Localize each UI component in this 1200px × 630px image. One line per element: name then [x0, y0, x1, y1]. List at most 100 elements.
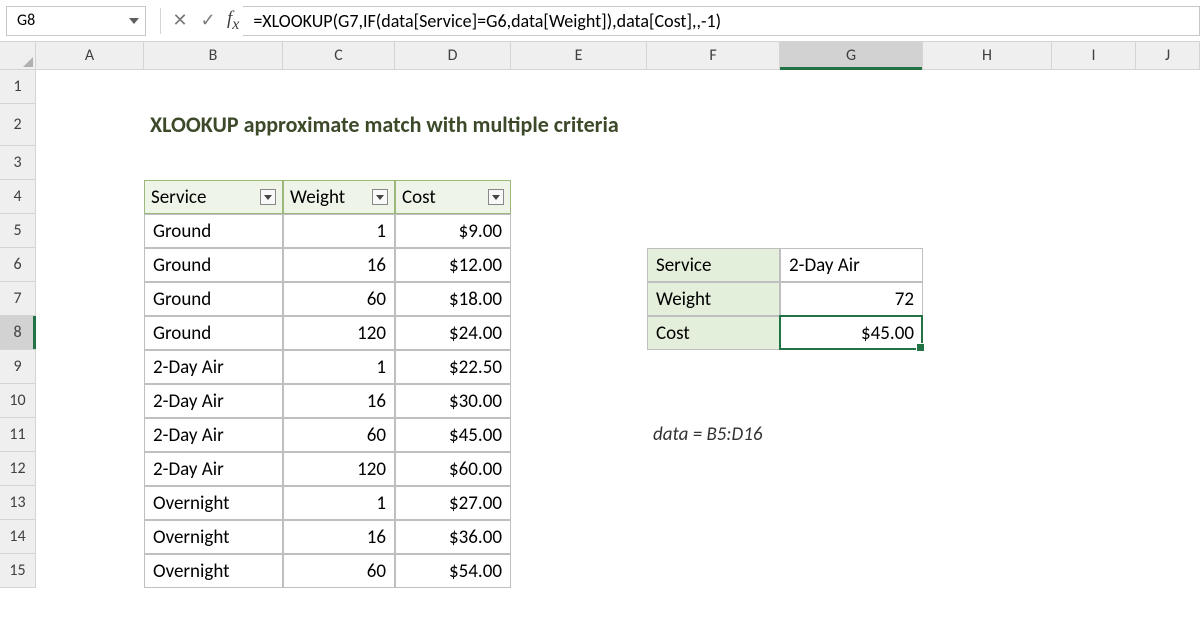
col-header-C[interactable]: C	[283, 42, 395, 69]
col-header-I[interactable]: I	[1052, 42, 1136, 69]
cell-weight[interactable]: 1	[283, 486, 395, 520]
cell[interactable]	[36, 282, 144, 316]
lookup-value-cost[interactable]: $45.00	[780, 316, 923, 350]
cell[interactable]	[1052, 180, 1136, 214]
col-header-D[interactable]: D	[395, 42, 511, 69]
range-note[interactable]: data = B5:D16	[647, 418, 927, 452]
table-header-cost[interactable]: Cost	[395, 180, 511, 214]
cell-weight[interactable]: 60	[283, 418, 395, 452]
cell-cost[interactable]: $36.00	[395, 520, 511, 554]
cell-cost[interactable]: $22.50	[395, 350, 511, 384]
cell-weight[interactable]: 1	[283, 350, 395, 384]
cell[interactable]	[1136, 180, 1200, 214]
cell-weight[interactable]: 120	[283, 452, 395, 486]
col-header-B[interactable]: B	[144, 42, 283, 69]
cell[interactable]	[1136, 282, 1200, 316]
cell[interactable]	[36, 418, 144, 452]
fx-icon[interactable]: fx	[227, 8, 239, 34]
col-header-H[interactable]: H	[923, 42, 1052, 69]
cell[interactable]	[780, 214, 923, 248]
cell-cost[interactable]: $18.00	[395, 282, 511, 316]
cell-weight[interactable]: 60	[283, 282, 395, 316]
col-header-J[interactable]: J	[1136, 42, 1200, 69]
cell-service[interactable]: Overnight	[144, 554, 283, 588]
cell[interactable]	[1136, 248, 1200, 282]
cell[interactable]	[36, 180, 144, 214]
cell-cost[interactable]: $9.00	[395, 214, 511, 248]
cell[interactable]	[511, 384, 647, 418]
cell[interactable]	[1052, 282, 1136, 316]
filter-button[interactable]	[260, 189, 276, 205]
cell[interactable]	[914, 104, 1200, 146]
row-header[interactable]: 3	[0, 146, 36, 180]
cell[interactable]	[36, 350, 144, 384]
lookup-value-weight[interactable]: 72	[780, 282, 923, 316]
cell[interactable]	[395, 70, 511, 104]
row-header[interactable]: 11	[0, 418, 36, 452]
enter-icon[interactable]: ✓	[199, 9, 217, 31]
row-header[interactable]: 4	[0, 180, 36, 214]
cell[interactable]	[1136, 316, 1200, 350]
cell[interactable]	[511, 418, 647, 452]
cell[interactable]	[36, 104, 144, 146]
cell[interactable]	[511, 282, 647, 316]
cell[interactable]	[923, 248, 1052, 282]
row-header[interactable]: 9	[0, 350, 36, 384]
cell-service[interactable]: Ground	[144, 316, 283, 350]
cell[interactable]	[647, 214, 780, 248]
cell-cost[interactable]: $27.00	[395, 486, 511, 520]
chevron-down-icon[interactable]	[129, 18, 139, 24]
cell-cost[interactable]: $12.00	[395, 248, 511, 282]
cell[interactable]	[36, 452, 144, 486]
cell-service[interactable]: Overnight	[144, 486, 283, 520]
cell[interactable]	[780, 70, 923, 104]
filter-button[interactable]	[488, 189, 504, 205]
cell[interactable]	[511, 350, 647, 384]
table-header-weight[interactable]: Weight	[283, 180, 395, 214]
cell-service[interactable]: Ground	[144, 214, 283, 248]
row-header[interactable]: 6	[0, 248, 36, 282]
cell-weight[interactable]: 16	[283, 520, 395, 554]
cell-weight[interactable]: 1	[283, 214, 395, 248]
cell[interactable]	[36, 248, 144, 282]
row-header[interactable]: 5	[0, 214, 36, 248]
cell[interactable]	[36, 384, 144, 418]
cell[interactable]	[923, 282, 1052, 316]
col-header-A[interactable]: A	[36, 42, 144, 69]
cell-service[interactable]: Ground	[144, 248, 283, 282]
cell-service[interactable]: 2-Day Air	[144, 418, 283, 452]
cell-weight[interactable]: 60	[283, 554, 395, 588]
cell[interactable]	[1052, 350, 1136, 384]
select-all-button[interactable]	[0, 42, 36, 69]
cell[interactable]	[1136, 214, 1200, 248]
cancel-icon[interactable]: ✕	[171, 9, 189, 31]
cell[interactable]	[36, 146, 1200, 180]
cell[interactable]	[1052, 70, 1136, 104]
cell[interactable]	[780, 180, 923, 214]
cell[interactable]	[1136, 384, 1200, 418]
row-header[interactable]: 7	[0, 282, 36, 316]
cell-service[interactable]: 2-Day Air	[144, 452, 283, 486]
cell[interactable]	[780, 350, 923, 384]
cell[interactable]	[283, 70, 395, 104]
row-header[interactable]: 14	[0, 520, 36, 554]
cell[interactable]	[511, 554, 1200, 588]
cell[interactable]	[511, 316, 647, 350]
cell[interactable]	[1052, 248, 1136, 282]
row-header[interactable]: 8	[0, 316, 36, 350]
row-header[interactable]: 15	[0, 554, 36, 588]
row-header[interactable]: 13	[0, 486, 36, 520]
cell[interactable]	[647, 384, 780, 418]
cell[interactable]	[647, 70, 780, 104]
cell[interactable]	[923, 316, 1052, 350]
row-header[interactable]: 2	[0, 104, 36, 146]
cell-service[interactable]: 2-Day Air	[144, 350, 283, 384]
cell-weight[interactable]: 16	[283, 384, 395, 418]
filter-button[interactable]	[372, 189, 388, 205]
cell[interactable]	[1052, 316, 1136, 350]
lookup-label-service[interactable]: Service	[647, 248, 780, 282]
col-header-F[interactable]: F	[647, 42, 780, 69]
cell-weight[interactable]: 120	[283, 316, 395, 350]
cell-service[interactable]: Ground	[144, 282, 283, 316]
cell-cost[interactable]: $30.00	[395, 384, 511, 418]
